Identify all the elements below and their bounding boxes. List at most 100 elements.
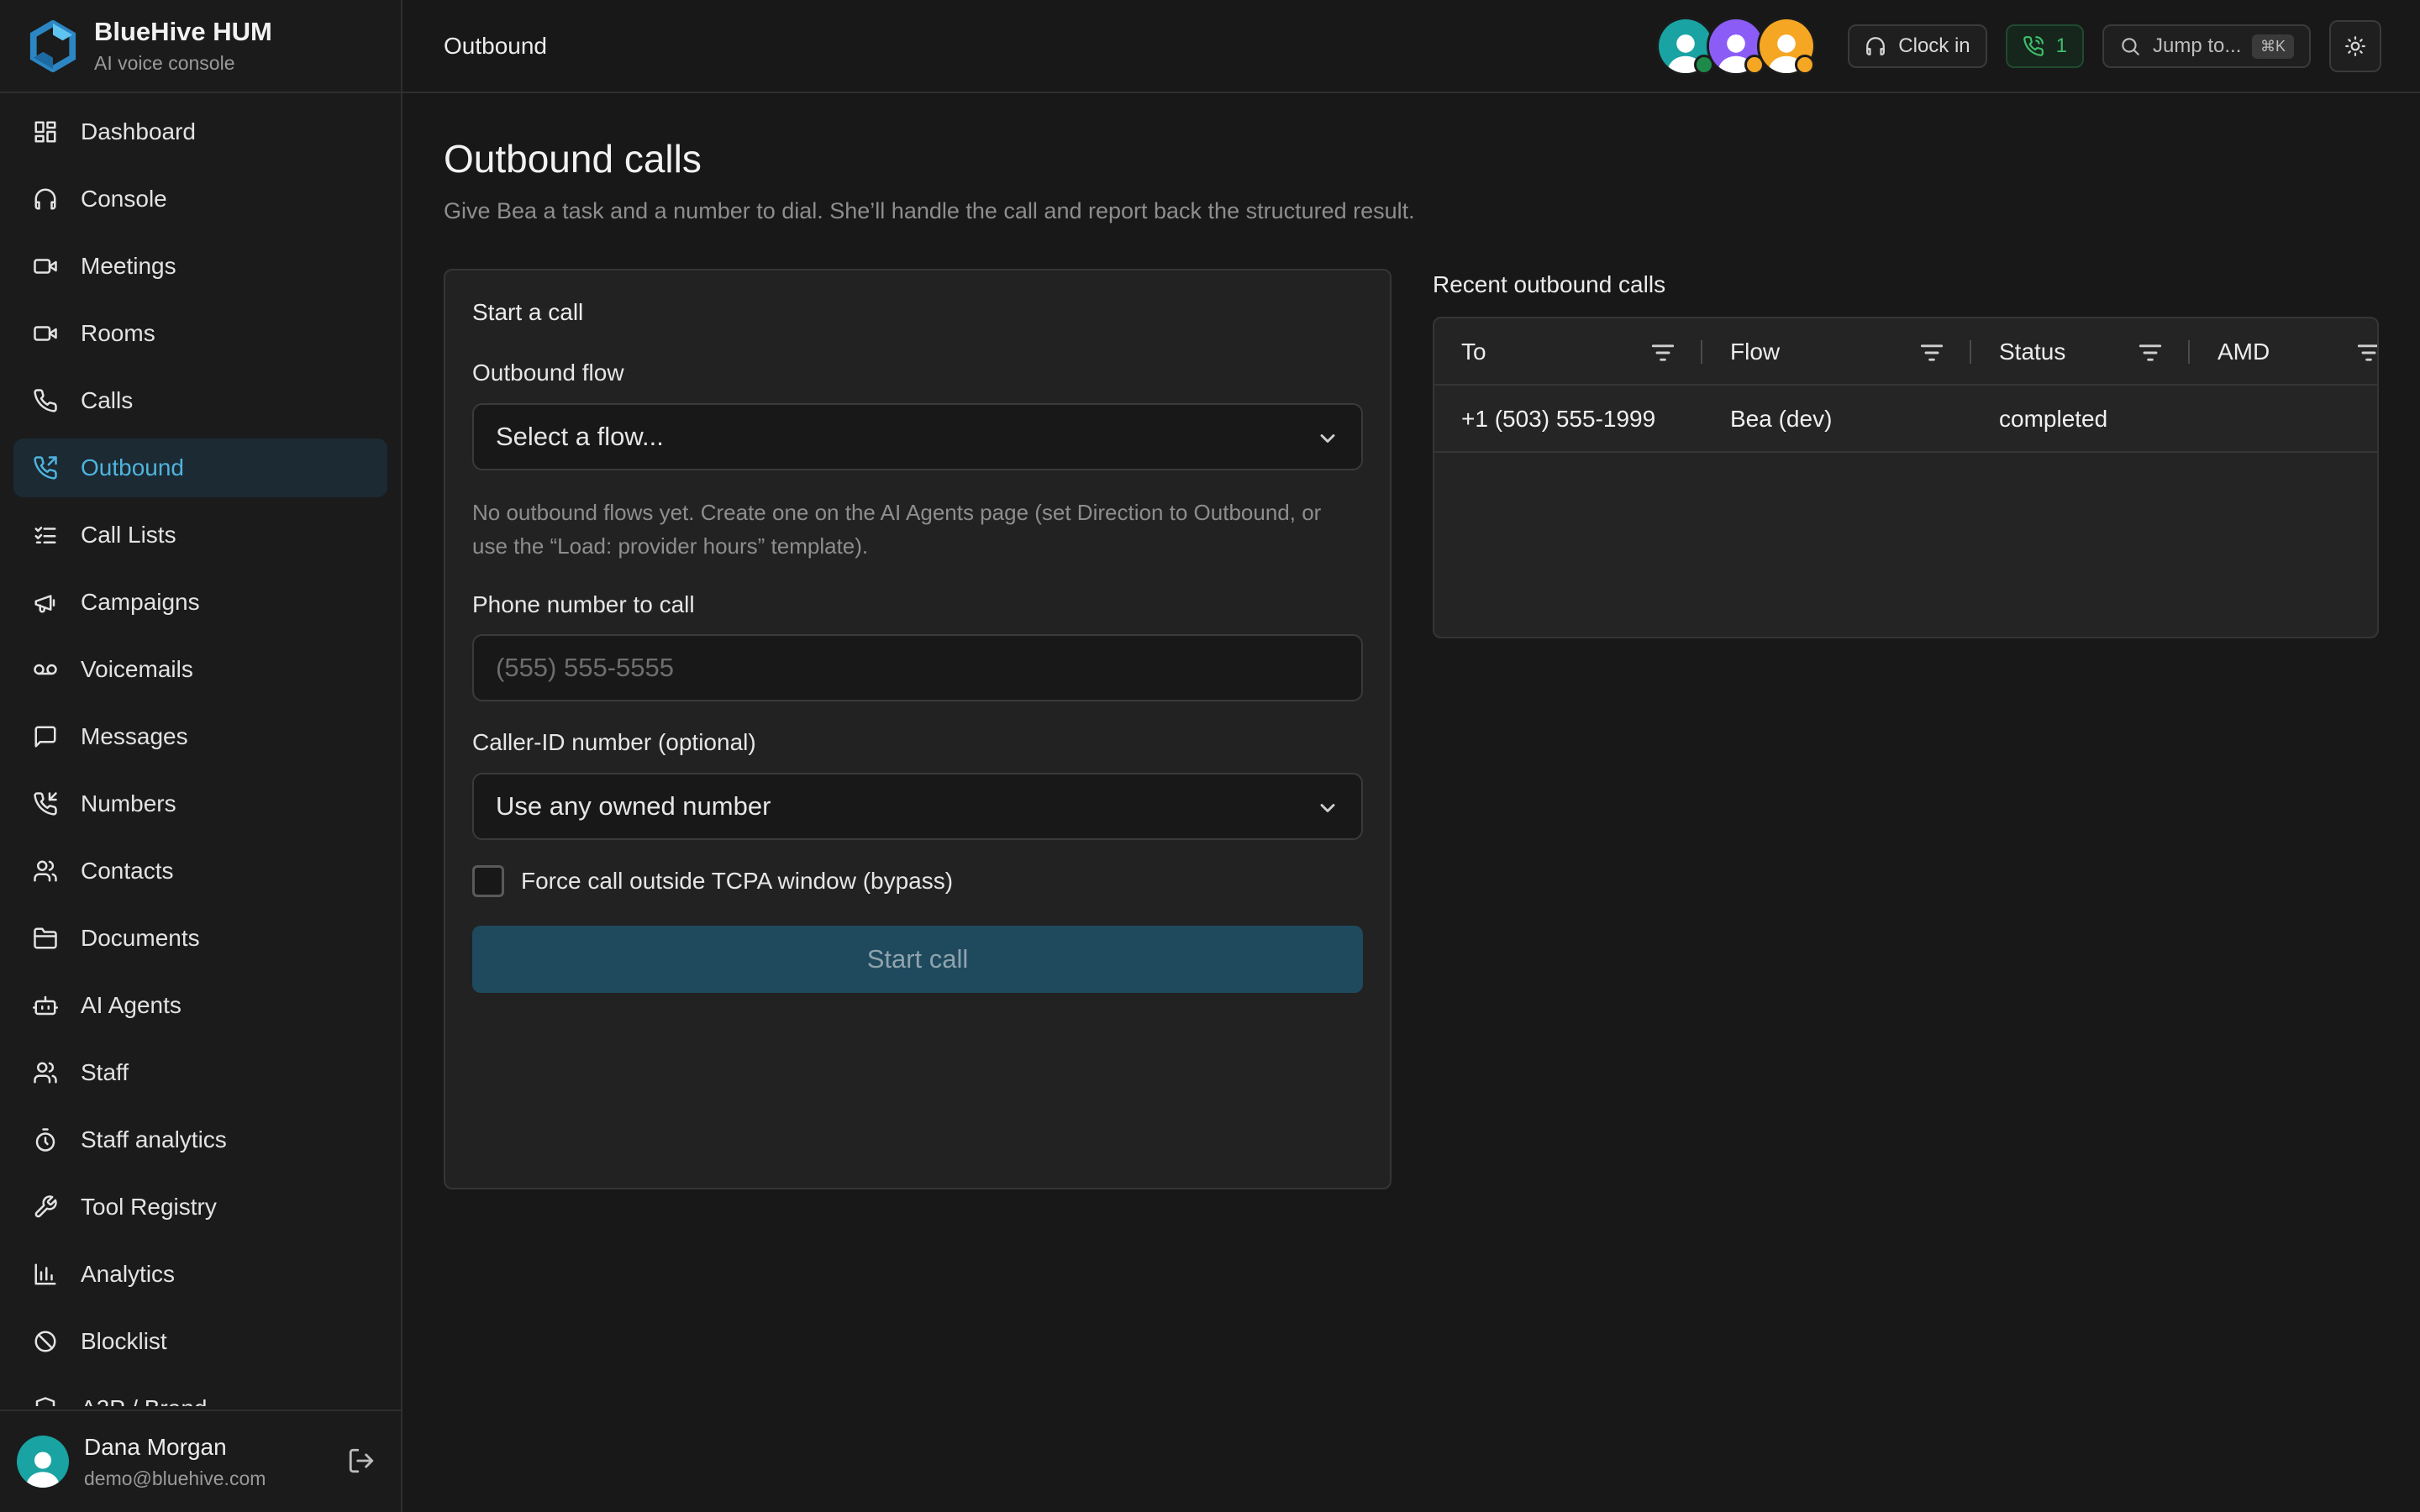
message-icon (32, 723, 59, 750)
jump-to-search[interactable]: Jump to... ⌘K (2102, 24, 2311, 68)
phone-label: Phone number to call (472, 591, 695, 617)
sidebar-item-label: Meetings (81, 253, 176, 279)
topbar-actions: Clock in 1 Jump to... ⌘K (1656, 17, 2381, 76)
force-tcpa-checkbox[interactable] (472, 865, 504, 897)
sidebar-item-label: Tool Registry (81, 1194, 217, 1220)
sidebar-item-label: Call Lists (81, 522, 176, 548)
sidebar-item-contacts[interactable]: Contacts (13, 842, 387, 900)
sun-icon (2345, 36, 2365, 56)
shortcut-badge: ⌘K (2251, 34, 2294, 59)
table-header: To Flow Status AMD (1434, 318, 2377, 386)
bluehive-logo-icon (29, 19, 76, 72)
sidebar-item-analytics[interactable]: Analytics (13, 1245, 387, 1304)
table-row[interactable]: +1 (503) 555-1999 Bea (dev) completed (1434, 386, 2377, 453)
sidebar-item-label: Blocklist (81, 1328, 167, 1354)
sidebar-item-label: Staff (81, 1059, 129, 1085)
search-icon (2122, 38, 2139, 55)
voicemail-icon (32, 656, 59, 683)
theme-toggle-button[interactable] (2329, 20, 2381, 72)
filter-icon[interactable] (2139, 342, 2162, 362)
brand-title: BlueHive HUM (94, 17, 272, 46)
column-label: AMD (2217, 339, 2270, 365)
column-header-status[interactable]: Status (1999, 318, 2192, 386)
sidebar-item-label: Rooms (81, 320, 155, 346)
brand[interactable]: BlueHive HUM AI voice console (0, 0, 401, 93)
phone-incoming-icon (32, 790, 59, 817)
phone-active-icon (2023, 36, 2044, 56)
headphones-icon (1866, 37, 1886, 55)
page-title: Outbound calls (444, 137, 702, 181)
clock-in-button[interactable]: Clock in (1848, 24, 1987, 68)
filter-icon[interactable] (2357, 342, 2377, 362)
column-label: Status (1999, 339, 2066, 365)
column-label: To (1461, 339, 1486, 365)
sidebar: BlueHive HUM AI voice console Dashboard … (0, 0, 402, 1512)
active-calls-button[interactable]: 1 (2005, 24, 2084, 68)
sidebar-item-blocklist[interactable]: Blocklist (13, 1312, 387, 1371)
start-call-card: Start a call Outbound flow Select a flow… (444, 269, 1392, 1189)
wrench-icon (32, 1194, 59, 1221)
column-header-flow[interactable]: Flow (1730, 318, 1974, 386)
status-dot-away (1795, 55, 1816, 75)
filter-icon[interactable] (1920, 342, 1944, 362)
sidebar-item-label: Campaigns (81, 589, 200, 615)
sidebar-item-label: Contacts (81, 858, 174, 884)
dashboard-icon (32, 118, 59, 145)
user-silhouette-icon (26, 1452, 60, 1488)
sidebar-item-label: A2P / Brand (81, 1395, 207, 1406)
flow-select-value: Select a flow... (496, 422, 664, 451)
start-call-button[interactable]: Start call (472, 926, 1363, 993)
team-avatars (1656, 17, 1817, 76)
sidebar-item-staff[interactable]: Staff (13, 1043, 387, 1102)
sidebar-item-calls[interactable]: Calls (13, 371, 387, 430)
phone-number-input[interactable] (496, 653, 1361, 683)
sidebar-item-a2p-brand[interactable]: A2P / Brand (13, 1379, 387, 1406)
sidebar-item-outbound[interactable]: Outbound (13, 438, 387, 497)
column-divider[interactable] (2188, 340, 2190, 364)
brand-subtitle: AI voice console (94, 52, 235, 74)
breadcrumb: Outbound (444, 32, 547, 59)
sidebar-item-console[interactable]: Console (13, 170, 387, 228)
users-icon (32, 1059, 59, 1086)
column-divider[interactable] (1970, 340, 1971, 364)
caller-id-value: Use any owned number (496, 791, 771, 821)
sidebar-item-staff-analytics[interactable]: Staff analytics (13, 1110, 387, 1169)
flow-label: Outbound flow (472, 360, 624, 386)
sidebar-item-tool-registry[interactable]: Tool Registry (13, 1178, 387, 1236)
filter-icon[interactable] (1651, 342, 1675, 362)
column-header-to[interactable]: To (1461, 318, 1705, 386)
cell-status: completed (1999, 406, 2108, 432)
logout-icon[interactable] (347, 1446, 376, 1475)
sidebar-item-documents[interactable]: Documents (13, 909, 387, 968)
force-tcpa-label[interactable]: Force call outside TCPA window (bypass) (521, 868, 953, 895)
sidebar-item-label: AI Agents (81, 992, 182, 1018)
sidebar-item-ai-agents[interactable]: AI Agents (13, 976, 387, 1035)
shield-icon (32, 1395, 59, 1406)
sidebar-item-label: Staff analytics (81, 1126, 227, 1152)
column-header-amd[interactable]: AMD (2217, 318, 2377, 386)
folder-icon (32, 925, 59, 952)
sidebar-item-campaigns[interactable]: Campaigns (13, 573, 387, 632)
sidebar-item-messages[interactable]: Messages (13, 707, 387, 766)
recent-calls-table: To Flow Status AMD +1 (503) 555-1999 Bea… (1433, 317, 2379, 638)
avatar[interactable] (17, 1436, 69, 1488)
caller-id-select[interactable]: Use any owned number (472, 773, 1363, 840)
column-divider[interactable] (1701, 340, 1702, 364)
sidebar-item-meetings[interactable]: Meetings (13, 237, 387, 296)
active-calls-count: 1 (2055, 34, 2067, 57)
sidebar-item-label: Documents (81, 925, 200, 951)
megaphone-icon (32, 589, 59, 616)
video-icon (32, 320, 59, 347)
sidebar-item-dashboard[interactable]: Dashboard (13, 102, 387, 161)
sidebar-item-numbers[interactable]: Numbers (13, 774, 387, 833)
sidebar-item-voicemails[interactable]: Voicemails (13, 640, 387, 699)
outbound-flow-select[interactable]: Select a flow... (472, 403, 1363, 470)
phone-icon (32, 387, 59, 414)
bar-chart-icon (32, 1261, 59, 1288)
sidebar-item-call-lists[interactable]: Call Lists (13, 506, 387, 564)
sidebar-item-rooms[interactable]: Rooms (13, 304, 387, 363)
avatar[interactable] (1757, 17, 1817, 76)
topbar: Outbound Clock in 1 Jump to... ⌘K (402, 0, 2420, 93)
sidebar-item-label: Dashboard (81, 118, 196, 144)
ban-icon (32, 1328, 59, 1355)
